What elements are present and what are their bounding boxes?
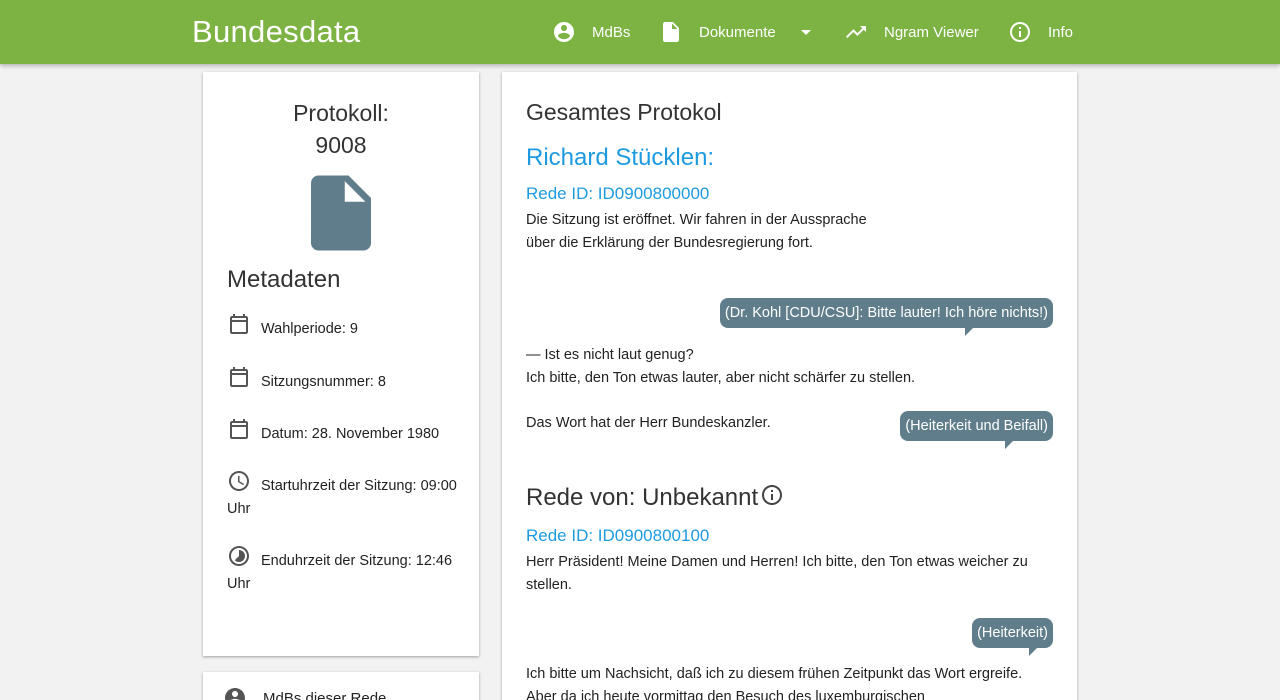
info-icon[interactable] [760,483,784,507]
nav-info[interactable]: Info [1008,0,1073,64]
full-protocol-heading: Gesamtes Protokol [526,99,722,125]
info-icon [1010,22,1030,42]
speaker-name-link[interactable]: Richard Stücklen: [526,144,714,172]
nav-dokumente[interactable]: Dokumente [659,0,818,64]
trending-up-icon [846,26,866,38]
speech-author-heading: Rede von: Unbekannt [526,484,784,512]
nav-ngram-label: Ngram Viewer [884,23,979,41]
nav-mdbs-label: MdBs [592,23,631,41]
nav-ngram-viewer[interactable]: Ngram Viewer [844,0,979,64]
protocol-title-label: Protokoll: [293,100,389,126]
speech-author-label: Rede von: Unbekannt [526,484,759,511]
meta-enduhrzeit: Enduhrzeit der Sitzung: 12:46 Uhr [227,544,463,596]
speech-paragraph: — Ist es nicht laut genug? Ich bitte, de… [526,344,1046,389]
protocol-metadata-card: Protokoll: 9008 Metadaten Wahlperiode: 9… [203,72,479,656]
rede-id-link[interactable]: Rede ID: ID0900800100 [526,526,709,546]
mdbs-of-speech-label: MdBs dieser Rede [263,689,387,700]
mdbs-of-speech-header[interactable]: MdBs dieser Rede [223,686,386,700]
full-protocol-card: Gesamtes Protokol Richard Stücklen: Rede… [502,72,1077,700]
meta-startuhrzeit-text: Startuhrzeit der Sitzung: 09:00 Uhr [227,478,457,517]
meta-wahlperiode-text: Wahlperiode: 9 [261,321,358,337]
meta-enduhrzeit-text: Enduhrzeit der Sitzung: 12:46 Uhr [227,553,453,592]
speech-paragraph: Herr Präsident! Meine Damen und Herren! … [526,554,1028,593]
meta-datum: Datum: 28. November 1980 [227,417,463,446]
metadata-heading: Metadaten [227,266,341,293]
speech-paragraph: Die Sitzung ist eröffnet. Wir fahren in … [526,212,867,251]
protocol-document-icon [311,175,371,251]
calendar-icon [230,419,248,439]
document-icon [663,22,679,42]
top-app-bar: Bundesdata MdBs Dokumente Ngram Viewer I… [0,0,1280,64]
account-circle-icon [225,688,245,700]
nav-dokumente-label: Dokumente [699,23,776,41]
comment-bubble: (Dr. Kohl [CDU/CSU]: Bitte lauter! Ich h… [719,298,1053,336]
calendar-icon [230,367,248,387]
meta-datum-text: Datum: 28. November 1980 [261,426,440,442]
speech-line: Ich bitte, den Ton etwas lauter, aber ni… [526,369,916,386]
dropdown-arrow-icon [800,30,811,35]
calendar-icon [230,314,248,334]
meta-wahlperiode: Wahlperiode: 9 [227,312,463,341]
protocol-title: Protokoll: 9008 [203,97,479,161]
meta-sitzungsnummer: Sitzungsnummer: 8 [227,365,463,394]
timelapse-icon [229,546,249,566]
mdbs-of-speech-card: MdBs dieser Rede [203,672,479,700]
speech-paragraph: Das Wort hat der Herr Bundeskanzler. [526,415,771,431]
nav-mdbs[interactable]: MdBs [552,0,630,64]
brand-logo-text[interactable]: Bundesdata [192,14,360,50]
meta-startuhrzeit: Startuhrzeit der Sitzung: 09:00 Uhr [227,469,463,521]
nav-info-label: Info [1048,23,1074,41]
speech-line: — Ist es nicht laut genug? [526,347,694,363]
comment-bubble: (Heiterkeit und Beifall) [900,411,1053,449]
meta-sitzungsnummer-text: Sitzungsnummer: 8 [261,374,386,390]
account-circle-icon [554,22,574,42]
speech-paragraph: Ich bitte um Nachsicht, daß ich zu diese… [526,666,1023,700]
rede-id-link[interactable]: Rede ID: ID0900800000 [526,184,709,204]
comment-bubble: (Heiterkeit) [972,618,1053,656]
clock-icon [229,471,249,491]
protocol-number: 9008 [315,132,367,158]
